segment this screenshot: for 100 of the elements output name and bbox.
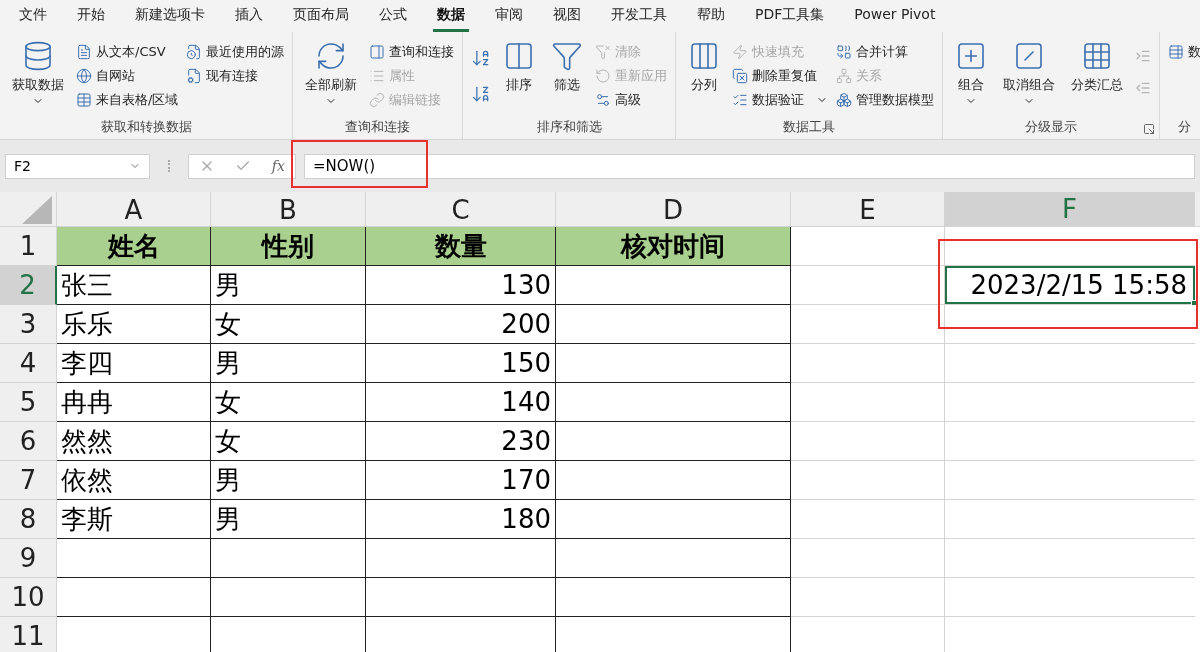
header-cell: 姓名 [57, 227, 211, 266]
document-icon [186, 68, 203, 84]
remove-duplicates-icon [732, 68, 749, 84]
ribbon-tab[interactable]: PDF工具集 [751, 0, 829, 32]
ribbon-tab[interactable]: 页面布局 [289, 0, 353, 32]
ribbon-button[interactable]: 取消组合 [999, 36, 1060, 107]
column-header[interactable]: F [945, 192, 1195, 226]
row-header[interactable]: 7 [0, 461, 57, 500]
panel-icon [369, 44, 386, 60]
ribbon-tab[interactable]: 文件 [15, 0, 51, 32]
table-cell: 200 [366, 305, 556, 344]
ribbon-button[interactable]: 现有连接 [186, 64, 285, 88]
hide-detail-icon[interactable] [1135, 80, 1152, 96]
table-cell: 依然 [57, 461, 211, 500]
group-label: 数据工具 [783, 118, 836, 136]
group-label: 分级显示 [1025, 118, 1078, 136]
ribbon-button[interactable]: 获取数据 [8, 36, 68, 107]
ribbon-button[interactable]: 管理数据模型 [836, 88, 935, 112]
table-cell: 男 [211, 500, 366, 539]
group-label: 获取和转换数据 [100, 118, 192, 136]
table-cell: 140 [366, 383, 556, 422]
ribbon-tab[interactable]: 开发工具 [607, 0, 671, 32]
data-model-icon [836, 92, 853, 108]
table-icon [1168, 44, 1185, 60]
ribbon-button[interactable]: 全部刷新 [301, 36, 362, 107]
formula-field[interactable]: =NOW() [304, 153, 1195, 179]
group-label: 分 [1178, 118, 1192, 136]
ribbon-tab[interactable]: 开始 [73, 0, 109, 32]
drag-handle-icon[interactable] [167, 160, 171, 172]
document-icon [76, 44, 92, 60]
validation-icon [732, 92, 749, 108]
ribbon-tab[interactable]: 视图 [549, 0, 585, 32]
table-cell: 男 [211, 266, 366, 305]
ribbon-button[interactable]: 从文本/CSV [76, 40, 179, 64]
link-icon [369, 92, 386, 108]
ribbon-button[interactable]: 数据验证 [732, 88, 829, 112]
table-cell: 男 [211, 344, 366, 383]
table-cell: 170 [366, 461, 556, 500]
row-header[interactable]: 1 [0, 227, 57, 266]
table-cell: 李斯 [57, 500, 211, 539]
list-icon [369, 68, 386, 84]
relationships-icon [836, 68, 853, 84]
flash-icon [732, 44, 749, 60]
filter-clear-icon [595, 44, 612, 60]
ribbon-tab[interactable]: 新建选项卡 [131, 0, 209, 32]
insert-function-button[interactable]: fx [271, 155, 285, 177]
table-icon [76, 92, 92, 108]
ribbon-button[interactable]: 来自表格/区域 [76, 88, 179, 112]
ribbon-button[interactable]: 合并计算 [836, 40, 935, 64]
show-detail-icon[interactable] [1135, 48, 1152, 64]
ribbon-tab[interactable]: 审阅 [491, 0, 527, 32]
dialog-launcher-icon[interactable] [1143, 123, 1156, 135]
table-cell: 李四 [57, 344, 211, 383]
name-box[interactable]: F2 [5, 153, 150, 179]
table-cell: 230 [366, 422, 556, 461]
database-table-icon [22, 40, 54, 72]
table-cell: 然然 [57, 422, 211, 461]
row-header[interactable]: 11 [0, 617, 57, 652]
row-header[interactable]: 5 [0, 383, 57, 422]
table-cell: 张三 [57, 266, 211, 305]
ribbon-button[interactable]: 分类汇总 [1067, 36, 1128, 93]
row-header[interactable]: 3 [0, 305, 57, 344]
globe-document-icon [76, 68, 92, 84]
group-label: 查询和连接 [345, 118, 411, 136]
ribbon-button[interactable]: 组合 [951, 36, 992, 107]
clock-document-icon [186, 44, 203, 60]
row-header[interactable]: 9 [0, 539, 57, 578]
table-cell[interactable]: 2023/2/15 15:58 [945, 266, 1195, 304]
table-cell: 150 [366, 344, 556, 383]
ribbon-button[interactable]: 筛选 [547, 36, 588, 93]
ribbon-button[interactable]: 查询和连接 [369, 40, 455, 64]
table-cell: 130 [366, 266, 556, 305]
group-label: 排序和筛选 [536, 118, 602, 136]
table-cell: 180 [366, 500, 556, 539]
table-cell: 女 [211, 422, 366, 461]
ribbon-tab[interactable]: 插入 [231, 0, 267, 32]
ribbon-button[interactable]: 自网站 [76, 64, 179, 88]
ribbon-button[interactable]: 排序 [499, 36, 540, 93]
ribbon-tab[interactable]: 公式 [375, 0, 411, 32]
header-cell: 数量 [366, 227, 556, 266]
filter-icon [551, 40, 584, 72]
table-cell: 男 [211, 461, 366, 500]
row-header[interactable]: 10 [0, 578, 57, 617]
table-cell: 女 [211, 305, 366, 344]
row-header[interactable]: 2 [0, 266, 57, 305]
ribbon-button[interactable]: 高级 [595, 88, 668, 112]
row-header[interactable]: 4 [0, 344, 57, 383]
header-cell: 核对时间 [556, 227, 791, 266]
table-cell: 女 [211, 383, 366, 422]
table-cell: 冉冉 [57, 383, 211, 422]
ribbon-button[interactable]: 删除重复值 [732, 64, 829, 88]
ribbon-tab[interactable]: 帮助 [693, 0, 729, 32]
table-cell: 乐乐 [57, 305, 211, 344]
ribbon-tab[interactable]: Power Pivot [850, 0, 940, 32]
row-header[interactable]: 8 [0, 500, 57, 539]
ribbon-button[interactable]: 分列 [684, 36, 725, 93]
ribbon-button[interactable]: 最近使用的源 [186, 40, 285, 64]
header-cell: 性别 [211, 227, 366, 266]
fill-handle[interactable] [1191, 300, 1197, 306]
row-header[interactable]: 6 [0, 422, 57, 461]
